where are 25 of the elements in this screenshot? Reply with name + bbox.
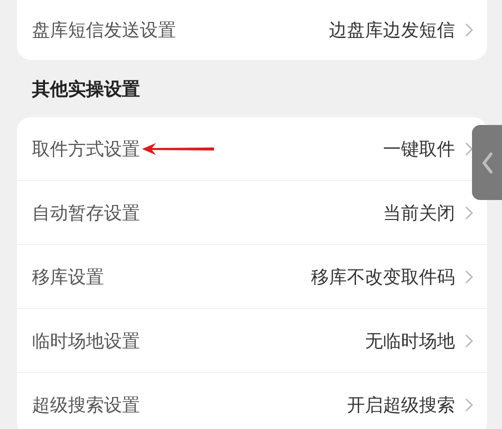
setting-label: 自动暂存设置	[32, 202, 140, 224]
section-title: 其他实操设置	[32, 78, 140, 100]
settings-row[interactable]: 盘库短信发送设置 边盘库边发短信	[17, 0, 487, 60]
setting-value: 当前关闭	[383, 202, 455, 224]
chevron-right-icon	[465, 334, 473, 348]
chevron-right-icon	[465, 23, 473, 37]
chevron-right-icon	[465, 142, 473, 156]
setting-label: 超级搜索设置	[32, 394, 140, 417]
setting-value: 开启超级搜索	[347, 394, 455, 417]
chevron-right-icon	[465, 206, 473, 220]
chevron-right-icon	[465, 398, 473, 412]
chevron-left-icon	[481, 152, 493, 174]
chevron-right-icon	[465, 270, 473, 284]
setting-label: 取件方式设置	[32, 138, 140, 160]
setting-value: 边盘库边发短信	[329, 19, 455, 42]
setting-value: 移库不改变取件码	[311, 266, 455, 288]
settings-row[interactable]: 移库设置 移库不改变取件码	[17, 245, 487, 309]
settings-row[interactable]: 临时场地设置 无临时场地	[17, 309, 487, 373]
setting-label: 移库设置	[32, 266, 104, 288]
setting-value: 无临时场地	[365, 330, 455, 352]
setting-label: 盘库短信发送设置	[32, 19, 176, 42]
settings-row[interactable]: 超级搜索设置 开启超级搜索	[17, 373, 487, 429]
setting-label: 临时场地设置	[32, 330, 140, 352]
setting-value: 一键取件	[383, 138, 455, 160]
edge-menu[interactable]	[472, 125, 502, 200]
